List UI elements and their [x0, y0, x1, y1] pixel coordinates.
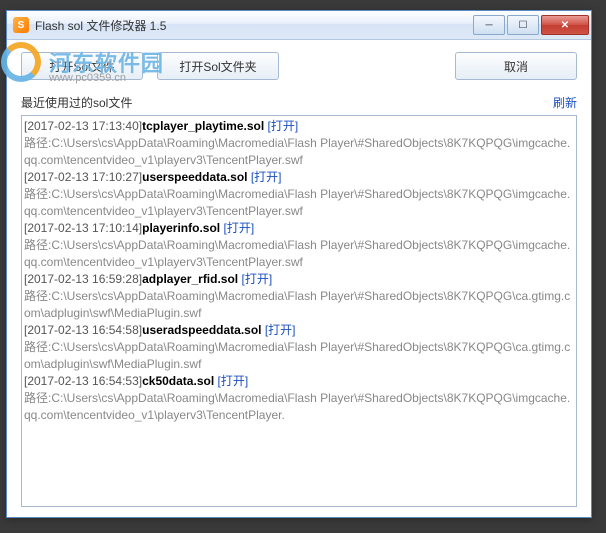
open-link[interactable]: [打开] — [251, 170, 282, 184]
window-title: Flash sol 文件修改器 1.5 — [35, 17, 473, 34]
recent-files-list: [2017-02-13 17:13:40]tcplayer_playtime.s… — [21, 115, 577, 507]
path-line: 路径:C:\Users\cs\AppData\Roaming\Macromedi… — [24, 288, 574, 322]
filename: useradspeeddata.sol — [142, 323, 261, 337]
list-item: [2017-02-13 17:10:27]userspeeddata.sol [… — [24, 169, 574, 186]
path-value: C:\Users\cs\AppData\Roaming\Macromedia\F… — [24, 391, 570, 422]
recent-label: 最近使用过的sol文件 — [21, 94, 132, 111]
list-item: [2017-02-13 16:59:28]adplayer_rfid.sol [… — [24, 271, 574, 288]
recent-header: 最近使用过的sol文件 刷新 — [21, 94, 577, 111]
path-prefix: 路径: — [24, 340, 51, 354]
minimize-button[interactable]: ─ — [473, 15, 505, 35]
path-line: 路径:C:\Users\cs\AppData\Roaming\Macromedi… — [24, 135, 574, 169]
timestamp: [2017-02-13 17:10:14] — [24, 221, 142, 235]
path-value: C:\Users\cs\AppData\Roaming\Macromedia\F… — [24, 238, 570, 269]
timestamp: [2017-02-13 16:59:28] — [24, 272, 142, 286]
filename: userspeeddata.sol — [142, 170, 247, 184]
path-value: C:\Users\cs\AppData\Roaming\Macromedia\F… — [24, 187, 570, 218]
list-item: [2017-02-13 16:54:53]ck50data.sol [打开] — [24, 373, 574, 390]
open-link[interactable]: [打开] — [268, 119, 299, 133]
path-prefix: 路径: — [24, 289, 51, 303]
recent-files-scroll[interactable]: [2017-02-13 17:13:40]tcplayer_playtime.s… — [22, 116, 576, 506]
filename: adplayer_rfid.sol — [142, 272, 238, 286]
toolbar: 打开Sol文件 打开Sol文件夹 取消 — [21, 52, 577, 80]
timestamp: [2017-02-13 17:13:40] — [24, 119, 142, 133]
app-icon: S — [13, 17, 29, 33]
path-prefix: 路径: — [24, 136, 51, 150]
path-prefix: 路径: — [24, 391, 51, 405]
open-link[interactable]: [打开] — [223, 221, 254, 235]
main-window: S Flash sol 文件修改器 1.5 ─ ☐ ✕ 河东软件园 www.pc… — [6, 10, 592, 518]
open-link[interactable]: [打开] — [265, 323, 296, 337]
filename: ck50data.sol — [142, 374, 214, 388]
content-area: 河东软件园 www.pc0359.cn 打开Sol文件 打开Sol文件夹 取消 … — [7, 40, 591, 517]
path-value: C:\Users\cs\AppData\Roaming\Macromedia\F… — [24, 136, 570, 167]
titlebar[interactable]: S Flash sol 文件修改器 1.5 ─ ☐ ✕ — [7, 11, 591, 40]
path-line: 路径:C:\Users\cs\AppData\Roaming\Macromedi… — [24, 237, 574, 271]
list-item: [2017-02-13 17:10:14]playerinfo.sol [打开] — [24, 220, 574, 237]
list-item: [2017-02-13 16:54:58]useradspeeddata.sol… — [24, 322, 574, 339]
path-prefix: 路径: — [24, 238, 51, 252]
open-link[interactable]: [打开] — [218, 374, 249, 388]
path-value: C:\Users\cs\AppData\Roaming\Macromedia\F… — [24, 340, 570, 371]
filename: tcplayer_playtime.sol — [142, 119, 264, 133]
path-value: C:\Users\cs\AppData\Roaming\Macromedia\F… — [24, 289, 570, 320]
timestamp: [2017-02-13 16:54:53] — [24, 374, 142, 388]
maximize-button[interactable]: ☐ — [507, 15, 539, 35]
timestamp: [2017-02-13 16:54:58] — [24, 323, 142, 337]
filename: playerinfo.sol — [142, 221, 220, 235]
timestamp: [2017-02-13 17:10:27] — [24, 170, 142, 184]
open-sol-folder-button[interactable]: 打开Sol文件夹 — [157, 52, 279, 80]
window-controls: ─ ☐ ✕ — [473, 15, 589, 35]
refresh-link[interactable]: 刷新 — [553, 94, 577, 111]
path-line: 路径:C:\Users\cs\AppData\Roaming\Macromedi… — [24, 339, 574, 373]
close-button[interactable]: ✕ — [541, 15, 589, 35]
path-line: 路径:C:\Users\cs\AppData\Roaming\Macromedi… — [24, 390, 574, 424]
open-sol-file-button[interactable]: 打开Sol文件 — [21, 52, 143, 80]
path-line: 路径:C:\Users\cs\AppData\Roaming\Macromedi… — [24, 186, 574, 220]
list-item: [2017-02-13 17:13:40]tcplayer_playtime.s… — [24, 118, 574, 135]
cancel-button[interactable]: 取消 — [455, 52, 577, 80]
open-link[interactable]: [打开] — [242, 272, 273, 286]
path-prefix: 路径: — [24, 187, 51, 201]
